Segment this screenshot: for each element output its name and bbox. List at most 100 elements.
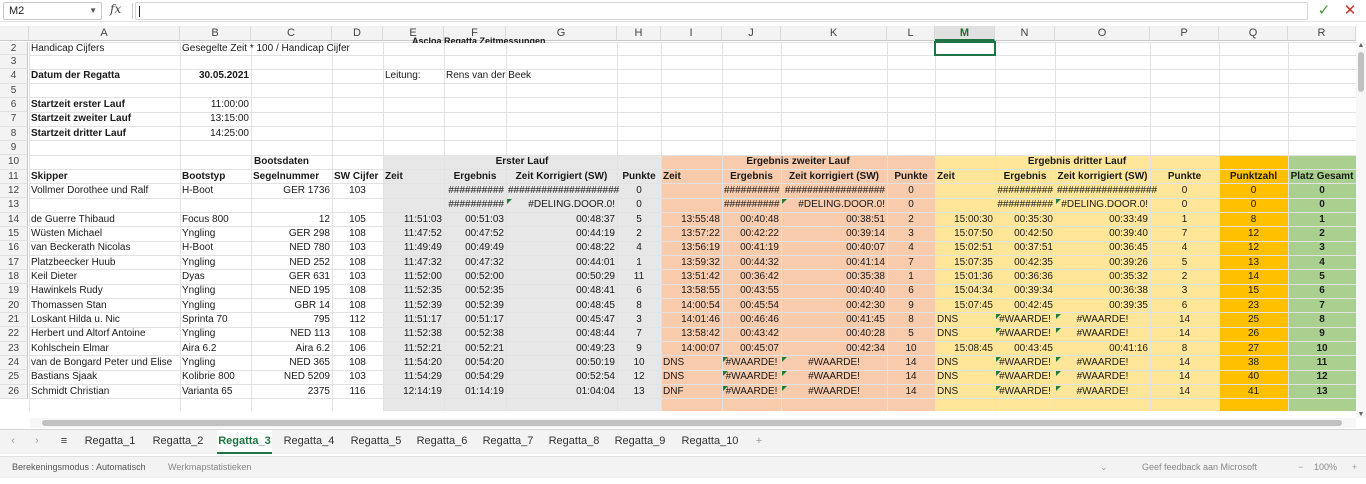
table-cell: 2 [1181, 270, 1188, 282]
sheet-tab[interactable]: Regatta_3 [217, 430, 272, 454]
table-cell: #DELING.DOOR.0! [528, 199, 615, 211]
next-sheet-icon[interactable]: › [30, 430, 44, 454]
table-cell: van de Bongard Peter und Elise [31, 356, 173, 368]
row-header[interactable]: 5 [0, 83, 28, 98]
sheet-tab[interactable]: Regatta_10 [681, 430, 739, 454]
column-header-i[interactable]: I [661, 26, 722, 41]
table-cell: 26 [1247, 328, 1260, 340]
row-header[interactable]: 17 [0, 255, 28, 270]
row-header[interactable]: 7 [0, 112, 28, 127]
column-header-c[interactable]: C [251, 26, 332, 41]
column-header-k[interactable]: K [781, 26, 887, 41]
vertical-scrollbar[interactable]: ▲ ▼ [1356, 42, 1366, 418]
row-header[interactable]: 2 [0, 42, 28, 55]
column-header-j[interactable]: J [722, 26, 781, 41]
column-header-p[interactable]: P [1150, 26, 1219, 41]
table-cell: Focus 800 [182, 213, 229, 225]
row-header[interactable]: 12 [0, 183, 28, 199]
table-cell: 01:14:19 [465, 385, 504, 397]
scroll-up-icon[interactable]: ▲ [1356, 42, 1366, 49]
checkmark-icon[interactable]: ✓ [1314, 1, 1334, 21]
row-header[interactable]: 8 [0, 126, 28, 141]
table-cell: 5 [636, 213, 642, 225]
table-cell: 00:48:37 [576, 213, 615, 225]
row-header[interactable]: 10 [0, 155, 28, 170]
add-sheet-icon[interactable]: + [752, 430, 766, 454]
row-header[interactable]: 11 [0, 169, 28, 184]
row-header[interactable]: 9 [0, 140, 28, 156]
row-header[interactable]: 4 [0, 69, 28, 84]
table-cell: #WAARDE! [999, 313, 1051, 325]
sheet-tab[interactable]: Regatta_7 [482, 430, 534, 454]
scroll-thumb[interactable] [42, 420, 1342, 426]
table-cell: 00:50:29 [576, 270, 615, 282]
column-header-q[interactable]: Q [1219, 26, 1288, 41]
row-header[interactable]: 18 [0, 269, 28, 285]
row-header[interactable]: 22 [0, 327, 28, 342]
row-header[interactable]: 13 [0, 198, 28, 213]
zoom-in-icon[interactable]: + [1352, 457, 1357, 477]
chevron-down-icon[interactable]: ▼ [89, 3, 97, 19]
table-cell: 0 [636, 184, 642, 196]
zoom-level: 100% [1314, 462, 1338, 472]
sheet-tab[interactable]: Regatta_6 [416, 430, 468, 454]
sheet-tab[interactable]: Regatta_9 [614, 430, 666, 454]
sheet-tab[interactable]: Regatta_2 [152, 430, 204, 454]
row-header[interactable]: 3 [0, 55, 28, 70]
scroll-down-icon[interactable]: ▼ [1356, 411, 1366, 418]
workbook-stats-link[interactable]: Werkmapstatistieken [168, 457, 251, 477]
row-header[interactable]: 14 [0, 212, 28, 227]
chevron-down-icon[interactable]: ⌄ [1100, 457, 1108, 477]
column-header-n[interactable]: N [995, 26, 1055, 41]
table-cell: van Beckerath Nicolas [31, 242, 131, 254]
table-cell: 7 [908, 256, 914, 268]
column-header-r[interactable]: R [1288, 26, 1356, 41]
table-cell: 00:39:14 [846, 227, 885, 239]
sheet-tab[interactable]: Regatta_8 [548, 430, 600, 454]
formula-input[interactable] [135, 2, 1308, 20]
table-cell: DNS [937, 356, 959, 368]
row-header[interactable]: 19 [0, 284, 28, 299]
row-header[interactable]: 21 [0, 312, 28, 328]
worksheet-grid[interactable]: A B C D E F G H I J K L M N O P Q R 2 3 4 5 6 7 8 9 10 11 12 13 14 15 16… [0, 26, 1356, 411]
table-cell: 00:54:20 [465, 356, 504, 368]
row-header[interactable]: 15 [0, 226, 28, 242]
column-header-m[interactable]: M [935, 26, 995, 41]
sheet-tab[interactable]: Regatta_1 [84, 430, 136, 454]
table-cell: 0 [908, 199, 914, 211]
horizontal-scrollbar[interactable] [30, 418, 1356, 428]
table-cell: 7 [1319, 299, 1325, 311]
row-header[interactable]: 16 [0, 241, 28, 256]
row-header[interactable]: 24 [0, 355, 28, 371]
close-icon[interactable]: ✕ [1340, 1, 1360, 21]
table-cell: 12 [1316, 371, 1328, 383]
column-header-a[interactable]: A [29, 26, 180, 41]
feedback-link[interactable]: Geef feedback aan Microsoft [1142, 457, 1257, 477]
row-header[interactable]: 23 [0, 341, 28, 356]
row-header[interactable]: 25 [0, 370, 28, 385]
table-cell: 8 [1250, 213, 1257, 225]
table-cell: 15:07:45 [954, 299, 993, 311]
sheet-tab[interactable]: Regatta_5 [350, 430, 402, 454]
prev-sheet-icon[interactable]: ‹ [6, 430, 20, 454]
sheet-list-icon[interactable]: ≡ [54, 430, 74, 454]
column-header-l[interactable]: L [887, 26, 935, 41]
group-header: Bootsdaten [254, 156, 309, 168]
selected-cell[interactable] [934, 41, 996, 56]
name-box[interactable]: M2 ▼ [3, 2, 102, 20]
scroll-thumb[interactable] [1358, 52, 1364, 92]
row-header[interactable]: 20 [0, 298, 28, 313]
row-header[interactable]: 6 [0, 97, 28, 113]
select-all-corner[interactable] [0, 26, 29, 41]
column-header-o[interactable]: O [1055, 26, 1150, 41]
row-header[interactable]: 26 [0, 384, 28, 399]
column-header-d[interactable]: D [332, 26, 383, 41]
zoom-out-icon[interactable]: − [1298, 457, 1303, 477]
column-header-b[interactable]: B [180, 26, 251, 41]
function-icon[interactable]: fx [110, 2, 121, 16]
table-cell: H-Boot [182, 242, 214, 254]
table-cell: DNS [937, 371, 959, 383]
sheet-tab[interactable]: Regatta_4 [283, 430, 335, 454]
column-header-h[interactable]: H [617, 26, 661, 41]
table-cell: 9 [908, 299, 914, 311]
